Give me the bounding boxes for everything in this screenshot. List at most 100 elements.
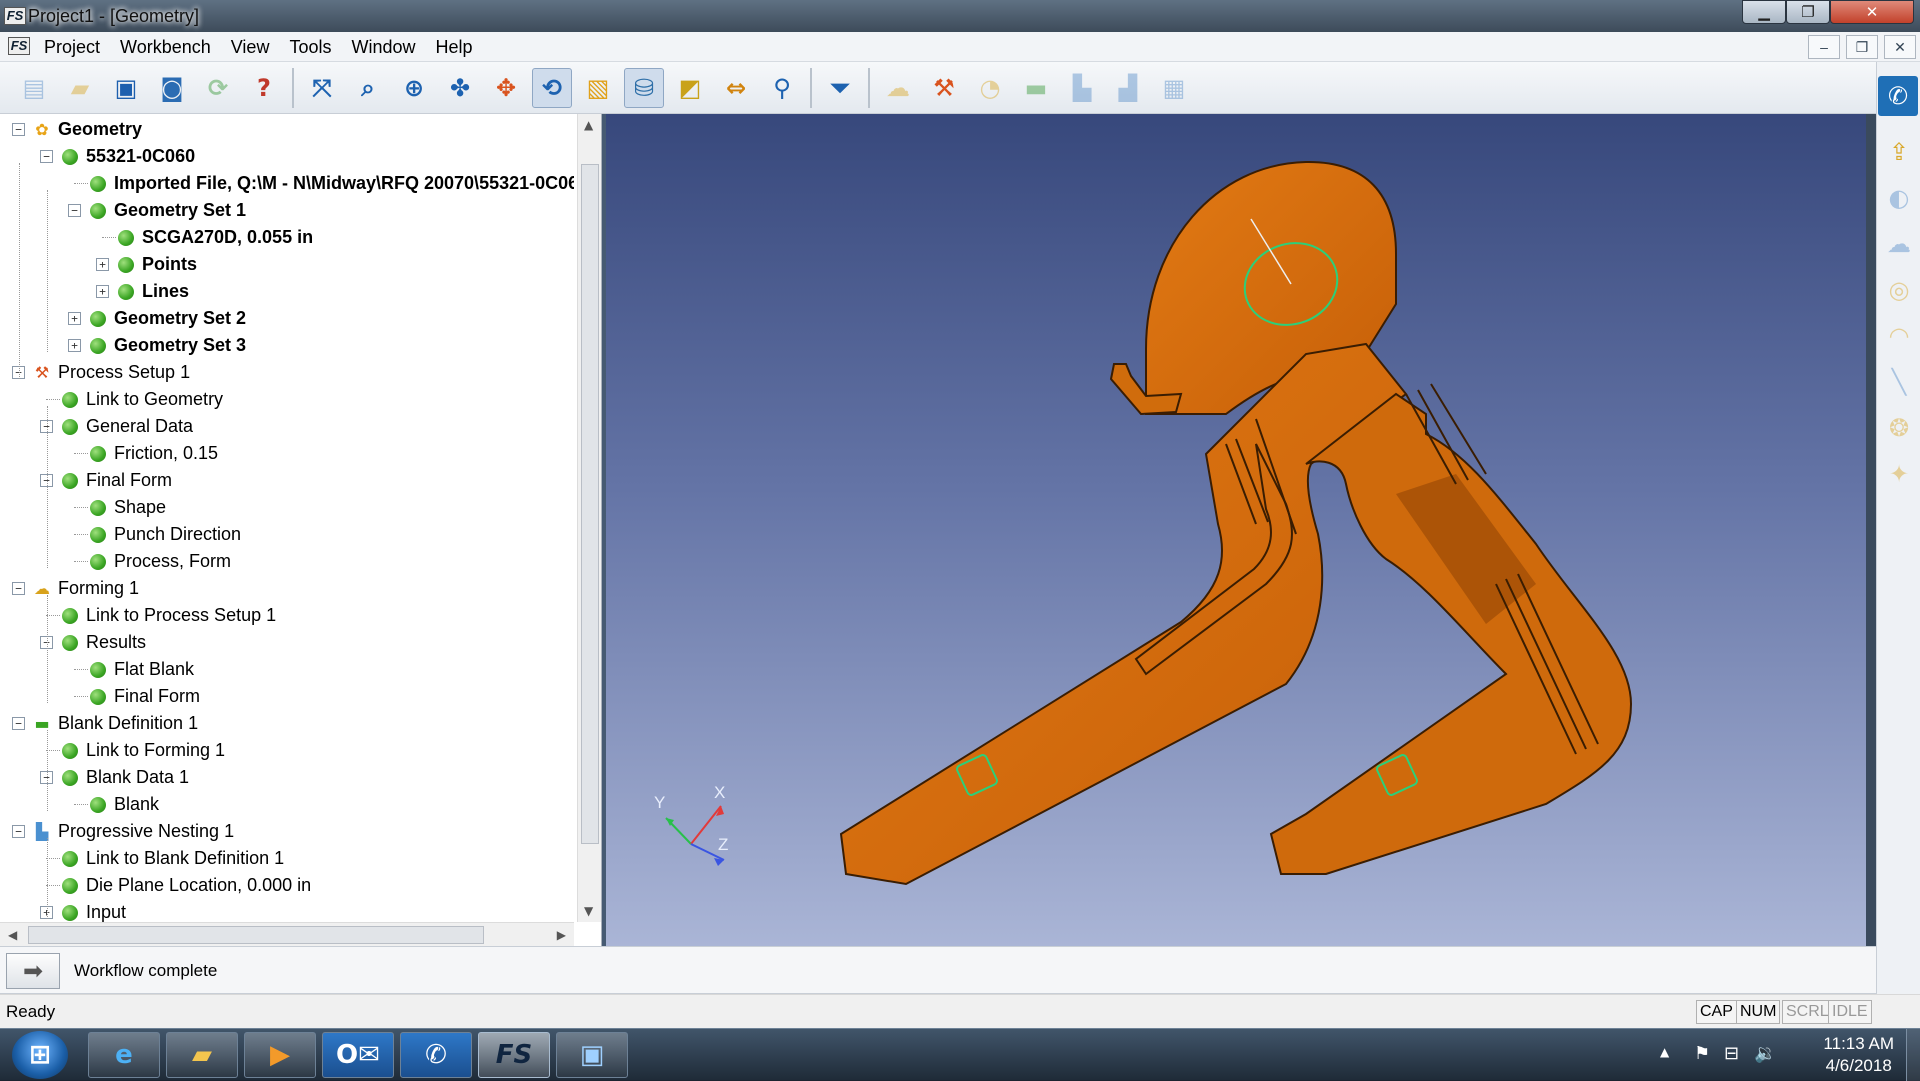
tray-expand-icon[interactable]: ▲: [1660, 1045, 1669, 1059]
scroll-thumb[interactable]: [28, 926, 484, 944]
open-icon[interactable]: ▰: [60, 68, 100, 108]
tree-item[interactable]: + Points: [0, 251, 574, 278]
file-explorer-icon[interactable]: ▰: [166, 1032, 238, 1078]
zoom-fit-icon[interactable]: ⤧: [302, 68, 342, 108]
measure-icon[interactable]: ⇔: [716, 68, 756, 108]
cylinder-icon[interactable]: ⛁: [624, 67, 664, 108]
tree-item[interactable]: + Geometry Set 2: [0, 305, 574, 332]
tree-item[interactable]: Final Form: [0, 683, 574, 710]
image-viewer-icon[interactable]: ▣: [556, 1032, 628, 1078]
maximize-button[interactable]: ❐: [1786, 0, 1830, 24]
tree-item[interactable]: − ☁ Forming 1: [0, 575, 574, 602]
filter-icon[interactable]: ⏷: [820, 68, 860, 108]
fs-app-icon[interactable]: FS: [478, 1032, 550, 1078]
expand-toggle[interactable]: +: [68, 312, 81, 325]
bend-icon[interactable]: ◠: [1879, 316, 1919, 356]
collapse-toggle[interactable]: −: [12, 123, 25, 136]
strip-icon[interactable]: ▟: [1108, 68, 1148, 108]
tree-item[interactable]: Punch Direction: [0, 521, 574, 548]
tree-item[interactable]: Blank: [0, 791, 574, 818]
blank-icon[interactable]: ▬: [1016, 68, 1056, 108]
tree-item[interactable]: − ▙ Progressive Nesting 1: [0, 818, 574, 845]
tree-item[interactable]: Link to Process Setup 1: [0, 602, 574, 629]
tree-item[interactable]: Friction, 0.15: [0, 440, 574, 467]
tree-item[interactable]: − General Data: [0, 413, 574, 440]
volume-icon[interactable]: 🔉: [1754, 1043, 1776, 1064]
tree-item[interactable]: − Geometry Set 1: [0, 197, 574, 224]
tree-item[interactable]: + Lines: [0, 278, 574, 305]
expand-toggle[interactable]: +: [96, 258, 109, 271]
rotate-icon[interactable]: ✤: [440, 68, 480, 108]
doc-restore-button[interactable]: ❐: [1846, 35, 1878, 59]
phone-icon[interactable]: ✆: [400, 1032, 472, 1078]
tree-item[interactable]: Flat Blank: [0, 656, 574, 683]
network-icon[interactable]: ⊟: [1724, 1043, 1739, 1064]
gauge-icon[interactable]: ◔: [970, 68, 1010, 108]
line-icon[interactable]: ╲: [1879, 362, 1919, 402]
tree-item[interactable]: − ▬ Blank Definition 1: [0, 710, 574, 737]
close-button[interactable]: ✕: [1830, 0, 1914, 24]
collapse-toggle[interactable]: −: [40, 150, 53, 163]
minimize-button[interactable]: ▁: [1742, 0, 1786, 24]
zoom-window-icon[interactable]: ⌕: [348, 68, 388, 108]
nest-icon[interactable]: ▙: [1062, 68, 1102, 108]
phone-support-icon[interactable]: ✆: [1878, 76, 1918, 116]
tree-item[interactable]: − Blank Data 1: [0, 764, 574, 791]
view-orient-icon[interactable]: ⟲: [532, 67, 572, 108]
zoom-in-icon[interactable]: ⊕: [394, 68, 434, 108]
new-icon[interactable]: ▤: [14, 68, 54, 108]
clock[interactable]: 11:13 AM 4/6/2018: [1823, 1033, 1894, 1077]
tree-item[interactable]: − ⚒ Process Setup 1: [0, 359, 574, 386]
plane-icon[interactable]: ◩: [670, 68, 710, 108]
expand-toggle[interactable]: +: [68, 339, 81, 352]
doc-minimize-button[interactable]: –: [1808, 35, 1840, 59]
tree-vertical-scrollbar[interactable]: ▲ ▼: [577, 114, 601, 922]
fold-icon[interactable]: ✦: [1879, 454, 1919, 494]
internet-explorer-icon[interactable]: e: [88, 1032, 160, 1078]
tree-item[interactable]: + Geometry Set 3: [0, 332, 574, 359]
collapse-toggle[interactable]: −: [12, 582, 25, 595]
tree-item[interactable]: + Input: [0, 899, 574, 922]
tree-item[interactable]: Link to Forming 1: [0, 737, 574, 764]
expand-toggle[interactable]: +: [96, 285, 109, 298]
tree-horizontal-scrollbar[interactable]: ◀ ▶: [0, 922, 574, 946]
menu-project[interactable]: Project: [34, 32, 110, 62]
tree-item[interactable]: − ✿ Geometry: [0, 116, 574, 143]
collapse-toggle[interactable]: −: [12, 717, 25, 730]
tree-item[interactable]: SCGA270D, 0.055 in: [0, 224, 574, 251]
start-button[interactable]: ⊞: [12, 1031, 68, 1079]
shape-icon[interactable]: ◎: [1879, 270, 1919, 310]
tree-item[interactable]: − 55321-0C060: [0, 143, 574, 170]
menu-workbench[interactable]: Workbench: [110, 32, 221, 62]
blend-icon[interactable]: ☁: [1879, 224, 1919, 264]
tree-item[interactable]: Link to Blank Definition 1: [0, 845, 574, 872]
camera-icon[interactable]: ◙: [152, 68, 192, 108]
form-icon[interactable]: ☁: [878, 68, 918, 108]
process-icon[interactable]: ⚒: [924, 68, 964, 108]
workflow-next-button[interactable]: ➡: [6, 953, 60, 989]
tree-item[interactable]: Imported File, Q:\M - N\Midway\RFQ 20070…: [0, 170, 574, 197]
tree-item[interactable]: Shape: [0, 494, 574, 521]
tree-item[interactable]: − Results: [0, 629, 574, 656]
menu-window[interactable]: Window: [341, 32, 425, 62]
tree-item[interactable]: Die Plane Location, 0.000 in: [0, 872, 574, 899]
tree-item[interactable]: Process, Form: [0, 548, 574, 575]
media-player-icon[interactable]: ▶: [244, 1032, 316, 1078]
collapse-toggle[interactable]: −: [12, 825, 25, 838]
action-center-flag-icon[interactable]: ⚑: [1694, 1043, 1710, 1064]
pan-icon[interactable]: ✥: [486, 68, 526, 108]
document-icon[interactable]: FS: [8, 37, 30, 55]
help-icon[interactable]: ?: [244, 68, 284, 108]
import-icon[interactable]: ⇪: [1879, 132, 1919, 172]
surface-icon[interactable]: ◐: [1879, 178, 1919, 218]
menu-view[interactable]: View: [221, 32, 280, 62]
tree-item[interactable]: Link to Geometry: [0, 386, 574, 413]
show-desktop-button[interactable]: [1906, 1029, 1920, 1081]
feature-icon[interactable]: ❂: [1879, 408, 1919, 448]
scroll-thumb[interactable]: [581, 164, 599, 844]
tree-item[interactable]: − Final Form: [0, 467, 574, 494]
title-bar[interactable]: FS Project1 - [Geometry] ▁ ❐ ✕: [0, 0, 1920, 32]
collapse-toggle[interactable]: −: [68, 204, 81, 217]
save-icon[interactable]: ▣: [106, 68, 146, 108]
3d-viewport[interactable]: Y X Z: [606, 114, 1866, 946]
